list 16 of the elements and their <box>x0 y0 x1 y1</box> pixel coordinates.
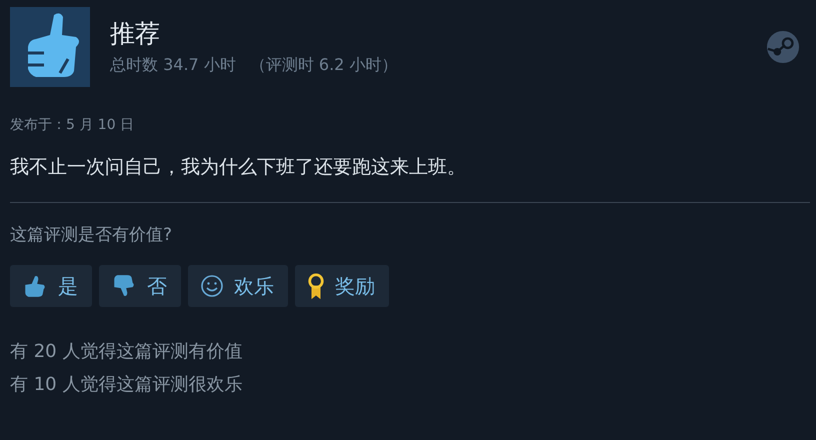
thumb-down-button[interactable]: 否 <box>99 265 181 307</box>
review-playtime-text: （评测时 6.2 小时） <box>250 54 398 76</box>
smile-button[interactable]: 欢乐 <box>188 265 288 307</box>
thumbs-up-icon <box>10 7 90 87</box>
steam-logo-icon <box>766 30 800 64</box>
award-button[interactable]: 奖励 <box>295 265 389 307</box>
helpful-count-text: 有 10 人觉得这篇评测很欢乐 <box>10 373 244 397</box>
award-ribbon-icon <box>307 272 325 300</box>
thumb-up-button[interactable]: 是 <box>10 265 92 307</box>
helpful-question: 这篇评测是否有价值? <box>10 224 174 246</box>
posted-date: 发布于：5 月 10 日 <box>10 116 136 134</box>
review-text: 我不止一次问自己，我为什么下班了还要跑这来上班。 <box>10 155 467 180</box>
verdict-title: 推荐 <box>110 18 161 48</box>
helpful-count-text: 有 20 人觉得这篇评测有价值 <box>10 340 244 364</box>
playtime-text: 总时数 34.7 小时 <box>110 54 236 76</box>
smile-icon <box>200 274 224 298</box>
